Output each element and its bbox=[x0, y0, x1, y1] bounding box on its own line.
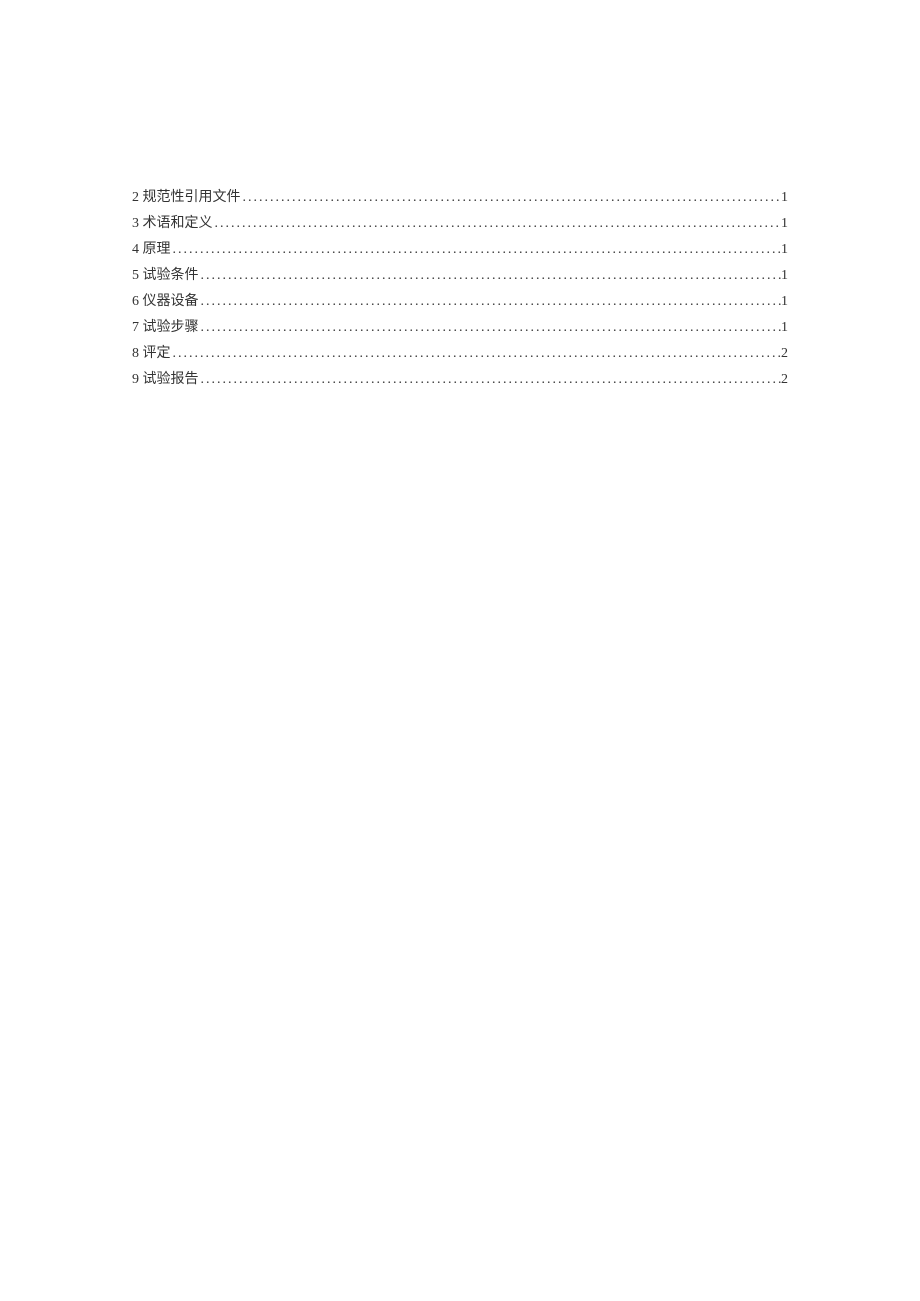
toc-entry-label: 3 术语和定义 bbox=[132, 211, 213, 237]
toc-entry-label: 5 试验条件 bbox=[132, 263, 199, 289]
toc-entry: 2 规范性引用文件 1 bbox=[132, 185, 788, 211]
toc-entry: 5 试验条件 1 bbox=[132, 263, 788, 289]
toc-entry-leader bbox=[213, 211, 782, 237]
toc-entry-leader bbox=[199, 289, 782, 315]
toc-entry-page: 1 bbox=[781, 315, 788, 341]
toc-entry-label: 9 试验报告 bbox=[132, 367, 199, 393]
toc-entry-page: 2 bbox=[781, 367, 788, 393]
toc-entry-page: 1 bbox=[781, 289, 788, 315]
toc-entry: 9 试验报告 2 bbox=[132, 367, 788, 393]
toc-entry: 7 试验步骤 1 bbox=[132, 315, 788, 341]
toc-entry-page: 1 bbox=[781, 185, 788, 211]
toc-entry-label: 2 规范性引用文件 bbox=[132, 185, 241, 211]
toc-entry-label: 4 原理 bbox=[132, 237, 171, 263]
toc-entry-leader bbox=[171, 237, 782, 263]
toc-entry-page: 1 bbox=[781, 237, 788, 263]
toc-entry-page: 2 bbox=[781, 341, 788, 367]
toc-entry: 3 术语和定义 1 bbox=[132, 211, 788, 237]
toc-entry-label: 8 评定 bbox=[132, 341, 171, 367]
toc-entry-leader bbox=[199, 263, 782, 289]
toc-entry-leader bbox=[199, 315, 782, 341]
toc-entry: 6 仪器设备 1 bbox=[132, 289, 788, 315]
toc-entry-leader bbox=[241, 185, 782, 211]
toc-entry-page: 1 bbox=[781, 263, 788, 289]
toc-entry: 4 原理 1 bbox=[132, 237, 788, 263]
toc-entry-label: 7 试验步骤 bbox=[132, 315, 199, 341]
toc-entry-page: 1 bbox=[781, 211, 788, 237]
table-of-contents: 2 规范性引用文件 1 3 术语和定义 1 4 原理 1 5 试验条件 1 6 … bbox=[132, 185, 788, 393]
toc-entry-leader bbox=[171, 341, 782, 367]
toc-entry-label: 6 仪器设备 bbox=[132, 289, 199, 315]
toc-entry: 8 评定 2 bbox=[132, 341, 788, 367]
toc-entry-leader bbox=[199, 367, 782, 393]
